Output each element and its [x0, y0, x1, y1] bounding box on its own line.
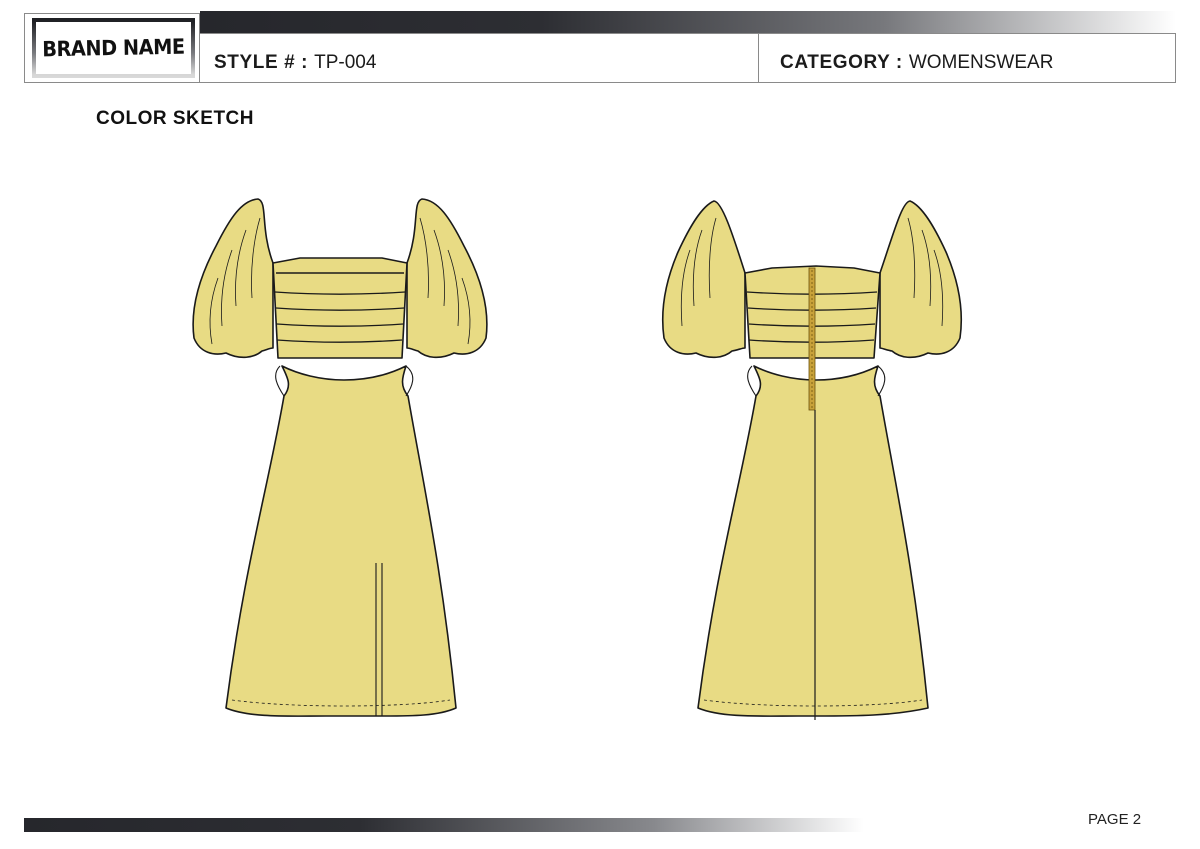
brand-name: BRAND NAME: [42, 34, 185, 62]
brand-logo-box: BRAND NAME: [24, 13, 200, 83]
style-field: STYLE # : TP-004: [214, 52, 376, 74]
header-info-row: STYLE # : TP-004 CATEGORY : WOMENSWEAR: [200, 33, 1176, 83]
page-number: PAGE 2: [1088, 811, 1142, 828]
category-label: CATEGORY :: [780, 52, 903, 73]
style-value: TP-004: [314, 52, 377, 73]
header-gradient-bar: [200, 11, 1176, 33]
footer-gradient-bar: [24, 818, 864, 832]
left-sleeve: [192, 198, 274, 359]
section-title: COLOR SKETCH: [96, 108, 254, 129]
right-sleeve: [406, 198, 488, 359]
back-view-sketch: [661, 200, 963, 720]
category-value: WOMENSWEAR: [908, 52, 1054, 73]
back-left-sleeve: [661, 200, 746, 359]
back-right-sleeve: [879, 200, 963, 359]
front-view-sketch: [192, 198, 488, 717]
skirt: [225, 365, 457, 717]
header-divider: [758, 34, 759, 83]
style-label: STYLE # :: [214, 52, 309, 73]
category-field: CATEGORY : WOMENSWEAR: [780, 52, 1053, 74]
back-skirt: [697, 365, 929, 717]
brand-logo-frame: BRAND NAME: [32, 18, 195, 78]
